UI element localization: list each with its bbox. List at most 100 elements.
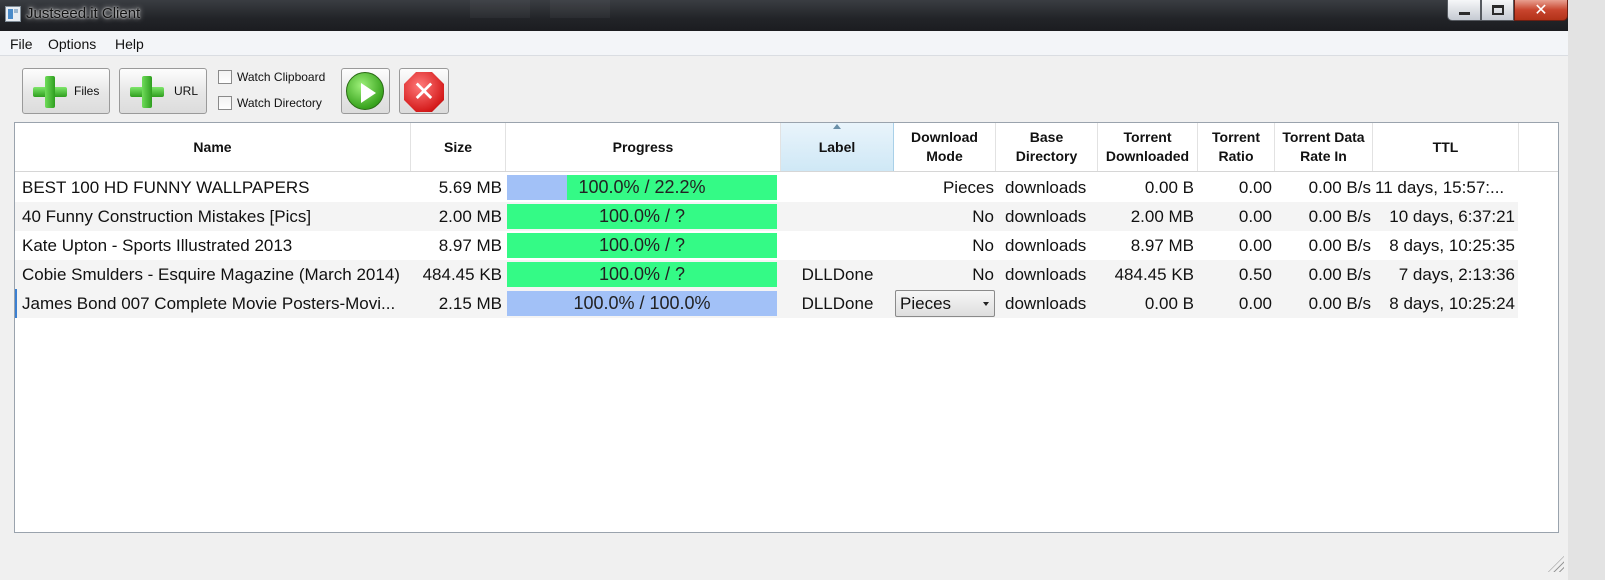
row-torrent-downloaded: 484.45 KB	[1114, 265, 1194, 284]
row-focus-indicator	[15, 289, 17, 318]
row-data-rate-in: 0.00 B/s	[1308, 236, 1371, 255]
row-torrent-ratio: 0.50	[1238, 265, 1272, 284]
maximize-button[interactable]	[1481, 0, 1514, 21]
column-header-progress[interactable]: Progress	[506, 123, 781, 171]
stop-button[interactable]: ✕	[399, 68, 449, 114]
watch-clipboard-checkbox[interactable]	[218, 70, 232, 84]
column-header-torrent-data-rate-in[interactable]: Torrent Data Rate In	[1275, 123, 1373, 171]
x-icon: ✕	[412, 75, 436, 108]
row-ttl: 11 days, 15:57:...	[1375, 178, 1505, 197]
row-torrent-downloaded: 8.97 MB	[1130, 236, 1194, 255]
toolbar: Files URL Watch Clipboard Watch Director…	[0, 56, 1568, 122]
row-label	[781, 231, 894, 260]
row-size: 484.45 KB	[422, 265, 502, 284]
download-mode-value: Pieces	[900, 294, 952, 313]
close-icon: ✕	[1534, 0, 1548, 19]
start-button[interactable]	[341, 68, 390, 114]
row-base-directory: downloads	[1005, 294, 1087, 313]
table-row[interactable]: Kate Upton - Sports Illustrated 2013 8.9…	[15, 231, 1518, 260]
watch-clipboard-label[interactable]: Watch Clipboard	[237, 70, 325, 84]
background-blur	[470, 0, 530, 18]
close-button[interactable]: ✕	[1514, 0, 1568, 21]
row-size: 2.00 MB	[438, 207, 502, 226]
row-torrent-ratio: 0.00	[1238, 207, 1272, 226]
row-torrent-downloaded: 0.00 B	[1144, 294, 1194, 313]
column-header-torrent-downloaded[interactable]: Torrent Downloaded	[1098, 123, 1198, 171]
progress-text: 100.0% / ?	[598, 264, 686, 284]
minimize-icon	[1459, 12, 1470, 15]
progress-bar: 100.0% / ?	[507, 233, 777, 258]
column-header-torrent-ratio[interactable]: Torrent Ratio	[1198, 123, 1275, 171]
watch-directory-checkbox[interactable]	[218, 96, 232, 110]
resize-grip[interactable]	[1548, 556, 1564, 572]
row-download-mode: No	[972, 207, 994, 226]
column-header-base-directory[interactable]: Base Directory	[996, 123, 1098, 171]
row-name: Kate Upton - Sports Illustrated 2013	[22, 236, 293, 255]
row-download-mode: No	[972, 236, 994, 255]
row-label: DLLDone	[801, 265, 874, 284]
table-header: Name Size Progress Label Download Mode B…	[15, 123, 1558, 172]
table-row[interactable]: 40 Funny Construction Mistakes [Pics] 2.…	[15, 202, 1518, 231]
row-size: 5.69 MB	[438, 178, 502, 197]
row-torrent-downloaded: 0.00 B	[1144, 178, 1194, 197]
row-ttl: 10 days, 6:37:21	[1389, 207, 1515, 226]
title-bar[interactable]: Justseed.it Client ✕	[0, 0, 1605, 31]
add-url-label: URL	[174, 84, 199, 98]
app-icon	[5, 6, 21, 22]
row-label	[781, 173, 894, 202]
row-name: 40 Funny Construction Mistakes [Pics]	[22, 207, 312, 226]
row-label: DLLDone	[801, 294, 874, 313]
progress-text: 100.0% / ?	[598, 206, 686, 226]
column-header-size[interactable]: Size	[411, 123, 506, 171]
column-header-label-text: Label	[818, 138, 856, 155]
menu-file[interactable]: File	[10, 36, 33, 52]
plus-icon	[33, 76, 67, 108]
row-torrent-ratio: 0.00	[1238, 178, 1272, 197]
table-row-selected[interactable]: James Bond 007 Complete Movie Posters-Mo…	[15, 289, 1518, 318]
menu-help[interactable]: Help	[115, 36, 144, 52]
progress-text: 100.0% / 100.0%	[573, 293, 711, 313]
row-ttl: 8 days, 10:25:24	[1389, 294, 1515, 313]
row-name: Cobie Smulders - Esquire Magazine (March…	[22, 265, 400, 284]
add-files-button[interactable]: Files	[22, 68, 110, 114]
row-name: James Bond 007 Complete Movie Posters-Mo…	[22, 294, 396, 313]
menu-bar: File Options Help	[0, 31, 1568, 56]
torrent-table: Name Size Progress Label Download Mode B…	[14, 122, 1559, 533]
row-torrent-ratio: 0.00	[1238, 236, 1272, 255]
row-download-mode: No	[972, 265, 994, 284]
column-header-name[interactable]: Name	[15, 123, 411, 171]
progress-bar: 100.0% / ?	[507, 262, 777, 287]
column-header-label[interactable]: Label	[781, 123, 894, 171]
row-label	[781, 202, 894, 231]
download-mode-select[interactable]: Pieces	[895, 290, 995, 317]
row-torrent-downloaded: 2.00 MB	[1130, 207, 1194, 226]
sort-ascending-icon	[833, 124, 841, 129]
row-base-directory: downloads	[1005, 265, 1087, 284]
progress-text: 100.0% / ?	[598, 235, 686, 255]
window-frame-edge	[1568, 0, 1605, 580]
row-data-rate-in: 0.00 B/s	[1308, 294, 1371, 313]
watch-directory-label[interactable]: Watch Directory	[237, 96, 322, 110]
column-header-download-mode[interactable]: Download Mode	[894, 123, 996, 171]
add-url-button[interactable]: URL	[119, 68, 207, 114]
add-files-label: Files	[74, 84, 100, 98]
progress-text: 100.0% / 22.2%	[578, 177, 706, 197]
table-row[interactable]: BEST 100 HD FUNNY WALLPAPERS 5.69 MB 100…	[15, 173, 1518, 202]
minimize-button[interactable]	[1447, 0, 1481, 21]
row-torrent-ratio: 0.00	[1238, 294, 1272, 313]
menu-options[interactable]: Options	[48, 36, 96, 52]
table-row[interactable]: Cobie Smulders - Esquire Magazine (March…	[15, 260, 1518, 289]
row-data-rate-in: 0.00 B/s	[1308, 178, 1371, 197]
row-size: 8.97 MB	[438, 236, 502, 255]
progress-bar: 100.0% / 22.2%	[507, 175, 777, 200]
row-ttl: 7 days, 2:13:36	[1398, 265, 1515, 284]
row-data-rate-in: 0.00 B/s	[1308, 265, 1371, 284]
row-ttl: 8 days, 10:25:35	[1389, 236, 1515, 255]
row-size: 2.15 MB	[438, 294, 502, 313]
row-name: BEST 100 HD FUNNY WALLPAPERS	[22, 178, 310, 197]
progress-bar: 100.0% / ?	[507, 204, 777, 229]
row-data-rate-in: 0.00 B/s	[1308, 207, 1371, 226]
column-header-ttl[interactable]: TTL	[1373, 123, 1519, 171]
plus-icon	[130, 76, 164, 108]
row-base-directory: downloads	[1005, 236, 1087, 255]
